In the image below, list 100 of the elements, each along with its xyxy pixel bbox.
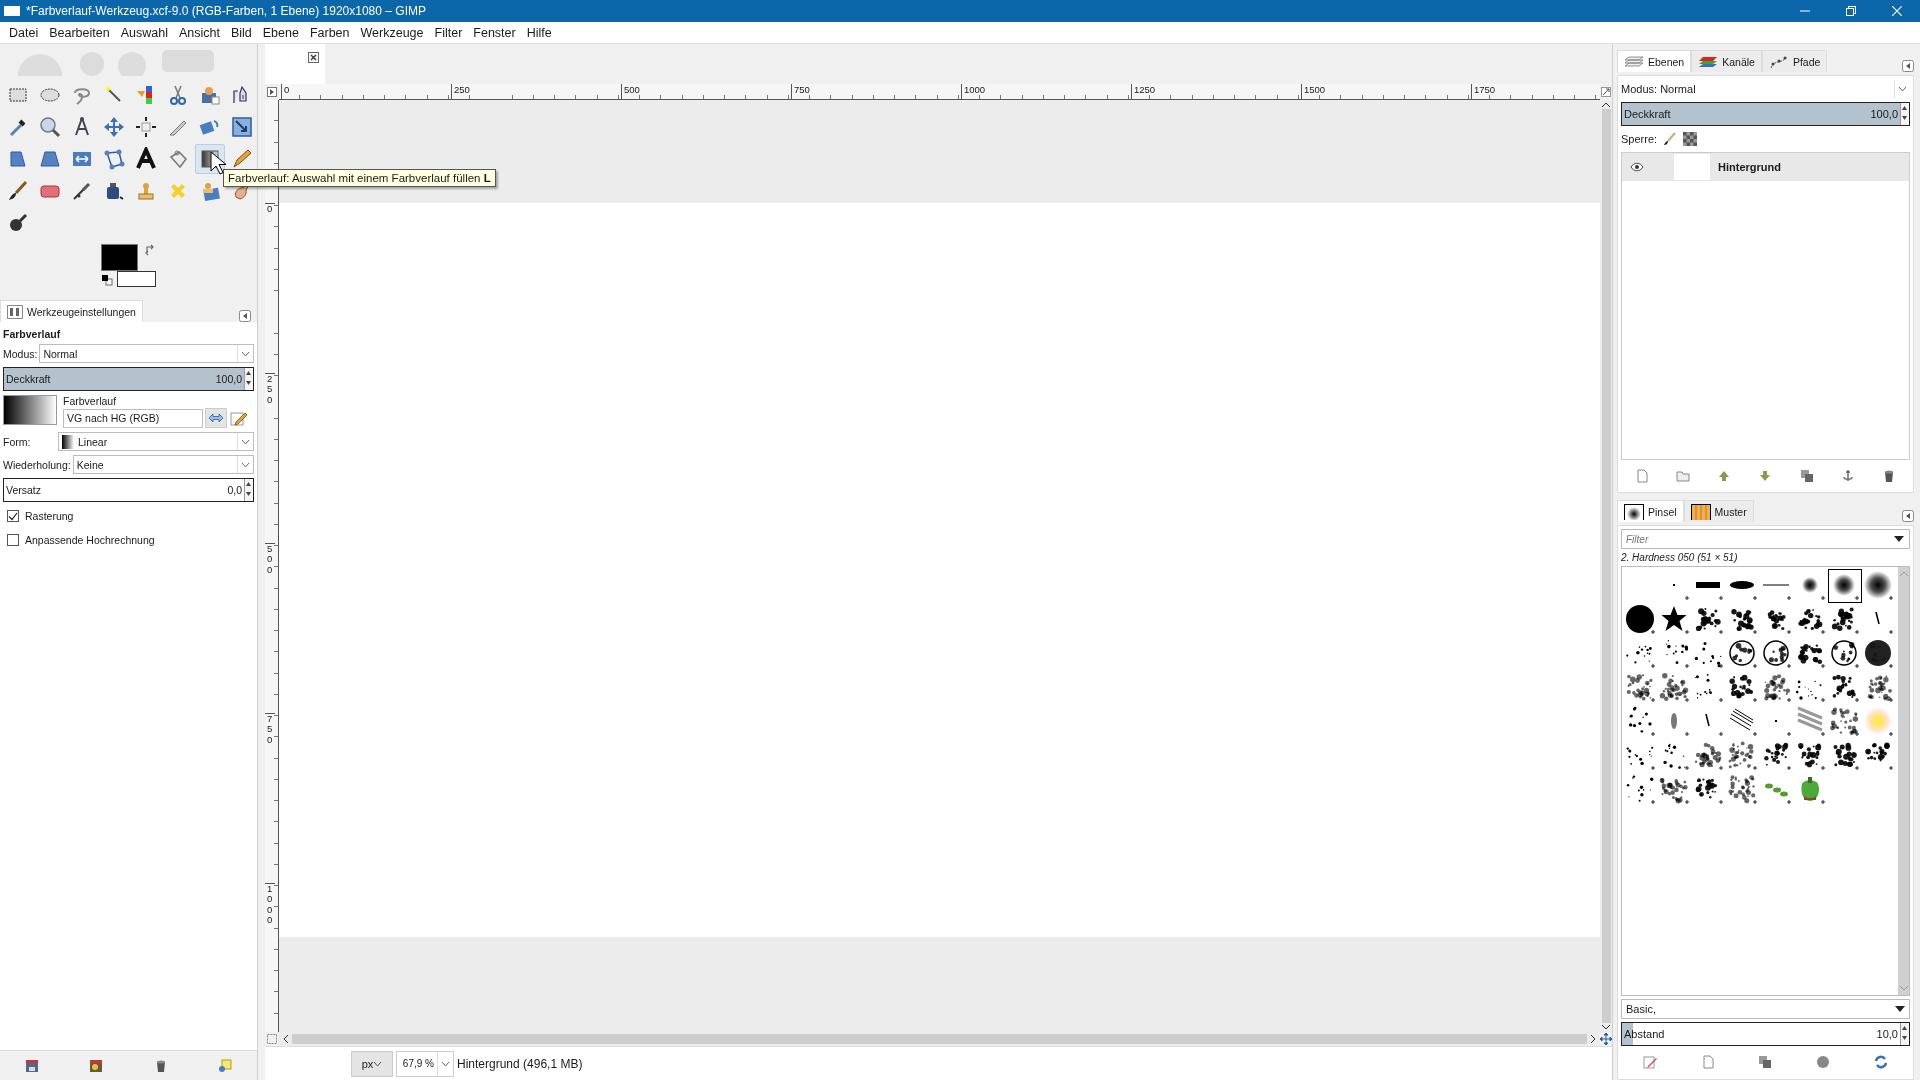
brush-thumbnail[interactable] <box>1692 671 1726 705</box>
shape-dropdown[interactable]: Linear <box>58 432 254 451</box>
horizontal-scrollbar[interactable] <box>279 1032 1600 1046</box>
zoom-dropdown[interactable]: 67,9 % <box>396 1050 454 1077</box>
edit-button[interactable] <box>229 409 247 427</box>
zoom-fit-icon[interactable] <box>1601 87 1611 97</box>
dock-menu-icon[interactable] <box>1902 510 1914 522</box>
ruler-label: 1250 <box>1131 84 1301 99</box>
duplicate-icon[interactable] <box>1799 469 1814 483</box>
checkbox[interactable] <box>7 534 19 546</box>
layers-icon <box>1624 53 1644 70</box>
tag-dropdown[interactable]: Basic, <box>1621 999 1910 1019</box>
brush-thumbnail[interactable] <box>1726 637 1760 671</box>
tool-options-icon <box>7 304 23 319</box>
dock-tab[interactable]: Werkzeugeinstellungen <box>0 300 143 322</box>
lower-icon[interactable] <box>1758 469 1773 483</box>
opacity-slider[interactable]: Deckkraft 100,0 <box>1621 102 1910 126</box>
menu-item[interactable]: Fenster <box>468 23 522 42</box>
dropdown-caret-icon <box>241 461 250 468</box>
app-icon <box>4 6 20 16</box>
duplicate-icon[interactable] <box>1758 1055 1773 1069</box>
dock-menu-icon[interactable] <box>239 310 251 322</box>
lock-pixels-icon[interactable] <box>1663 132 1678 146</box>
layer-row[interactable]: Hintergrund <box>1622 153 1909 181</box>
quick-mask-icon[interactable] <box>267 1034 277 1044</box>
gradient-name-field[interactable]: VG nach HG (RGB) <box>63 408 203 428</box>
field-label: Modus: <box>3 347 38 360</box>
background-color-swatch[interactable] <box>117 271 156 287</box>
spacing-slider[interactable]: Abstand 10,0 <box>1621 1022 1910 1046</box>
spin-arrows-icon[interactable] <box>1901 103 1908 123</box>
field-label: Sperre: <box>1621 133 1658 145</box>
spin-arrows-icon[interactable] <box>245 479 252 499</box>
anchor-icon[interactable] <box>1841 469 1856 483</box>
ruler-label: 0 <box>281 84 451 99</box>
brush-thumbnail[interactable] <box>1624 773 1658 807</box>
dock-tab[interactable]: Pfade <box>1761 50 1828 72</box>
menu-item[interactable]: Filter <box>429 23 469 42</box>
brush-thumbnail[interactable] <box>1828 569 1862 603</box>
brush-thumbnail[interactable] <box>1862 569 1896 603</box>
brush-thumbnail[interactable] <box>1828 705 1862 739</box>
reverse-button[interactable] <box>205 408 227 428</box>
image-tab[interactable] <box>265 44 325 84</box>
brush-thumbnail[interactable] <box>1862 637 1896 671</box>
menu-item[interactable]: Bild <box>225 23 258 42</box>
brush-thumbnail[interactable] <box>1760 637 1794 671</box>
menu-item[interactable]: Hilfe <box>521 23 558 42</box>
restore-icon[interactable] <box>89 1058 104 1073</box>
dropdown-caret-icon <box>441 1060 450 1067</box>
menu-item[interactable]: Werkzeuge <box>355 23 430 42</box>
scroll-down-icon[interactable] <box>1602 1025 1610 1030</box>
menu-item[interactable]: Auswahl <box>115 23 174 42</box>
scroll-up-icon[interactable] <box>1602 102 1610 107</box>
edit-icon[interactable] <box>1642 1055 1657 1069</box>
save-icon[interactable] <box>25 1058 40 1073</box>
reset-icon[interactable] <box>217 1058 232 1073</box>
dock-menu-icon[interactable] <box>1902 60 1914 72</box>
checkbox[interactable] <box>7 510 19 522</box>
brush-thumbnail[interactable] <box>1726 739 1760 773</box>
foreground-color-swatch[interactable] <box>101 244 138 271</box>
scroll-left-icon[interactable] <box>283 1035 288 1043</box>
ruler-label: 1000 <box>961 84 1131 99</box>
close-icon[interactable] <box>308 52 319 63</box>
eye-icon[interactable] <box>1630 162 1644 172</box>
dock-tab[interactable]: Pinsel <box>1617 500 1684 522</box>
brush-thumbnail[interactable] <box>1658 671 1692 705</box>
menu-item[interactable]: Ansicht <box>173 23 226 42</box>
vertical-scrollbar[interactable] <box>1600 100 1612 1032</box>
filter-field[interactable]: Filter <box>1621 529 1910 549</box>
brush-thumbnail[interactable] <box>1862 705 1896 739</box>
repeat-dropdown[interactable]: Keine <box>72 455 254 474</box>
spin-arrows-icon[interactable] <box>1901 1023 1908 1043</box>
navigate-icon[interactable] <box>1600 1033 1612 1045</box>
menu-arrow-icon[interactable] <box>267 87 277 97</box>
tab-label: Kanäle <box>1722 55 1755 68</box>
restore-icon[interactable] <box>1846 6 1856 16</box>
lock-alpha-icon[interactable] <box>1683 132 1698 146</box>
raise-icon[interactable] <box>1717 469 1732 483</box>
reset-colors-icon[interactable] <box>101 274 113 286</box>
checkbox-label: Anpassende Hochrechnung <box>25 534 155 546</box>
brush-thumbnail[interactable] <box>1624 671 1658 705</box>
dock-tab[interactable]: Muster <box>1683 500 1754 522</box>
delete-icon[interactable] <box>1816 1055 1831 1069</box>
brush-thumbnail[interactable] <box>1828 637 1862 671</box>
menu-item[interactable]: Bearbeiten <box>44 23 116 42</box>
gradient-preview[interactable] <box>3 395 57 425</box>
refresh-icon[interactable] <box>1874 1055 1889 1069</box>
menu-item[interactable]: Farben <box>304 23 356 42</box>
brush-thumbnail[interactable] <box>1726 773 1760 807</box>
opacity-slider[interactable]: Deckkraft 100,0 <box>3 367 254 391</box>
mode-dropdown[interactable]: Normal <box>39 344 254 363</box>
menu-item[interactable]: Datei <box>4 23 45 42</box>
scroll-right-icon[interactable] <box>1591 1035 1596 1043</box>
menu-item[interactable]: Ebene <box>257 23 305 42</box>
pencil-icon <box>229 409 247 427</box>
unit-dropdown[interactable]: px <box>351 1050 393 1077</box>
spin-arrows-icon[interactable] <box>245 368 252 388</box>
brush-thumbnail[interactable] <box>1624 603 1658 637</box>
dock-tab[interactable]: Ebenen <box>1617 50 1692 72</box>
dock-tab[interactable]: Kanäle <box>1691 50 1762 72</box>
offset-slider[interactable]: Versatz 0,0 <box>3 478 254 502</box>
